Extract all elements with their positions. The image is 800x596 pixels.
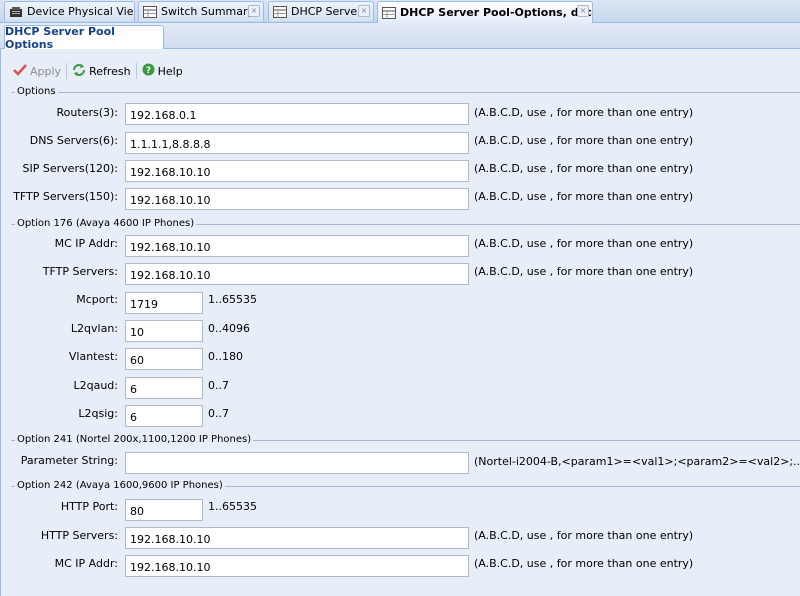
l2qvlan-hint: 0..4096 — [208, 322, 250, 335]
l2qaud-label: L2qaud: — [73, 379, 118, 392]
tab-switch-summary[interactable]: Switch Summary × — [138, 1, 264, 21]
parameter-string-label: Parameter String: — [20, 454, 118, 467]
routers-hint: (A.B.C.D, use , for more than one entry) — [474, 106, 694, 119]
table-icon — [273, 5, 287, 18]
http-port-hint: 1..65535 — [208, 500, 257, 513]
opt176-tftp-servers-input[interactable] — [125, 263, 469, 285]
help-label: Help — [157, 64, 183, 78]
refresh-icon — [72, 63, 86, 80]
dns-servers-label: DNS Servers(6): — [29, 134, 118, 147]
close-icon[interactable]: × — [577, 5, 589, 17]
tftp-servers-input[interactable] — [125, 188, 469, 210]
http-servers-input[interactable] — [125, 527, 469, 549]
routers-input[interactable] — [125, 103, 469, 125]
l2qaud-hint: 0..7 — [208, 379, 229, 392]
tab-label: Switch Summary — [161, 5, 255, 18]
refresh-button[interactable]: Refresh — [68, 63, 135, 80]
sip-servers-input[interactable] — [125, 160, 469, 182]
help-button[interactable]: ? Help — [138, 63, 187, 79]
table-icon — [382, 6, 396, 19]
tab-dhcp-pool-options[interactable]: DHCP Server Pool-Options, data × — [377, 1, 593, 23]
fieldset-legend-option-242: Option 242 (Avaya 1600,9600 IP Phones) — [15, 480, 225, 491]
tftp-servers-hint: (A.B.C.D, use , for more than one entry) — [474, 190, 694, 203]
opt176-tftp-servers-label: TFTP Servers: — [42, 265, 118, 278]
fieldset-legend-option-176: Option 176 (Avaya 4600 IP Phones) — [15, 218, 197, 229]
tab-dhcp-server[interactable]: DHCP Server × — [268, 1, 374, 21]
http-port-label: HTTP Port: — [60, 500, 118, 513]
tab-label: DHCP Server Pool-Options, data — [400, 6, 593, 19]
dns-servers-input[interactable] — [125, 132, 469, 154]
sub-tab-bar: DHCP Server Pool Options — [0, 23, 800, 51]
l2qvlan-input[interactable] — [125, 320, 203, 342]
table-icon — [143, 5, 157, 18]
l2qvlan-label: L2qvlan: — [70, 322, 118, 335]
sip-servers-hint: (A.B.C.D, use , for more than one entry) — [474, 162, 694, 175]
opt242-mc-ip-addr-label: MC IP Addr: — [54, 557, 118, 570]
l2qaud-input[interactable] — [125, 377, 203, 399]
form-panel: Apply Refresh ? Help Options Routers(3):… — [0, 49, 800, 596]
mc-ip-addr-input[interactable] — [125, 235, 469, 257]
tab-label: DHCP Server — [291, 5, 362, 18]
mcport-input[interactable] — [125, 292, 203, 314]
help-icon: ? — [142, 63, 155, 79]
apply-button[interactable]: Apply — [9, 63, 65, 79]
http-servers-label: HTTP Servers: — [40, 529, 118, 542]
tab-strip: Device Physical View Switch Summary × DH… — [0, 0, 800, 23]
opt242-mc-ip-addr-input[interactable] — [125, 555, 469, 577]
close-icon[interactable]: × — [248, 5, 260, 17]
sip-servers-label: SIP Servers(120): — [22, 162, 118, 175]
svg-text:?: ? — [145, 66, 150, 76]
http-servers-hint: (A.B.C.D, use , for more than one entry) — [474, 529, 694, 542]
vlantest-input[interactable] — [125, 348, 203, 370]
apply-label: Apply — [30, 64, 62, 78]
toolbar-separator — [135, 63, 137, 79]
l2qsig-hint: 0..7 — [208, 407, 229, 420]
mcport-label: Mcport: — [76, 293, 118, 306]
checkmark-icon — [13, 63, 27, 79]
tab-device-physical-view[interactable]: Device Physical View — [4, 1, 135, 21]
tftp-servers-label: TFTP Servers(150): — [13, 190, 118, 203]
toolbar-separator — [66, 63, 68, 79]
dns-servers-hint: (A.B.C.D, use , for more than one entry) — [474, 134, 694, 147]
refresh-label: Refresh — [89, 64, 131, 78]
mc-ip-addr-label: MC IP Addr: — [54, 237, 118, 250]
opt176-tftp-servers-hint: (A.B.C.D, use , for more than one entry) — [474, 265, 694, 278]
l2qsig-label: L2qsig: — [78, 407, 118, 420]
tab-label: Device Physical View — [27, 5, 135, 18]
routers-label: Routers(3): — [56, 106, 118, 119]
opt242-mc-ip-addr-hint: (A.B.C.D, use , for more than one entry) — [474, 557, 694, 570]
parameter-string-hint: (Nortel-i2004-B,<param1>=<val1>;<param2>… — [474, 455, 800, 468]
fieldset-legend-options: Options — [15, 86, 58, 97]
toolbar: Apply Refresh ? Help — [1, 58, 800, 84]
fieldset-border — [11, 92, 800, 93]
mc-ip-addr-hint: (A.B.C.D, use , for more than one entry) — [474, 237, 694, 250]
device-icon — [9, 6, 23, 18]
tab-dhcp-server-pool-options[interactable]: DHCP Server Pool Options — [4, 25, 164, 51]
fieldset-legend-option-241: Option 241 (Nortel 200x,1100,1200 IP Pho… — [15, 434, 254, 445]
mcport-hint: 1..65535 — [208, 293, 257, 306]
parameter-string-input[interactable] — [125, 452, 469, 474]
vlantest-hint: 0..180 — [208, 350, 243, 363]
close-icon[interactable]: × — [358, 5, 370, 17]
http-port-input[interactable] — [125, 499, 203, 521]
l2qsig-input[interactable] — [125, 405, 203, 427]
vlantest-label: Vlantest: — [68, 350, 118, 363]
